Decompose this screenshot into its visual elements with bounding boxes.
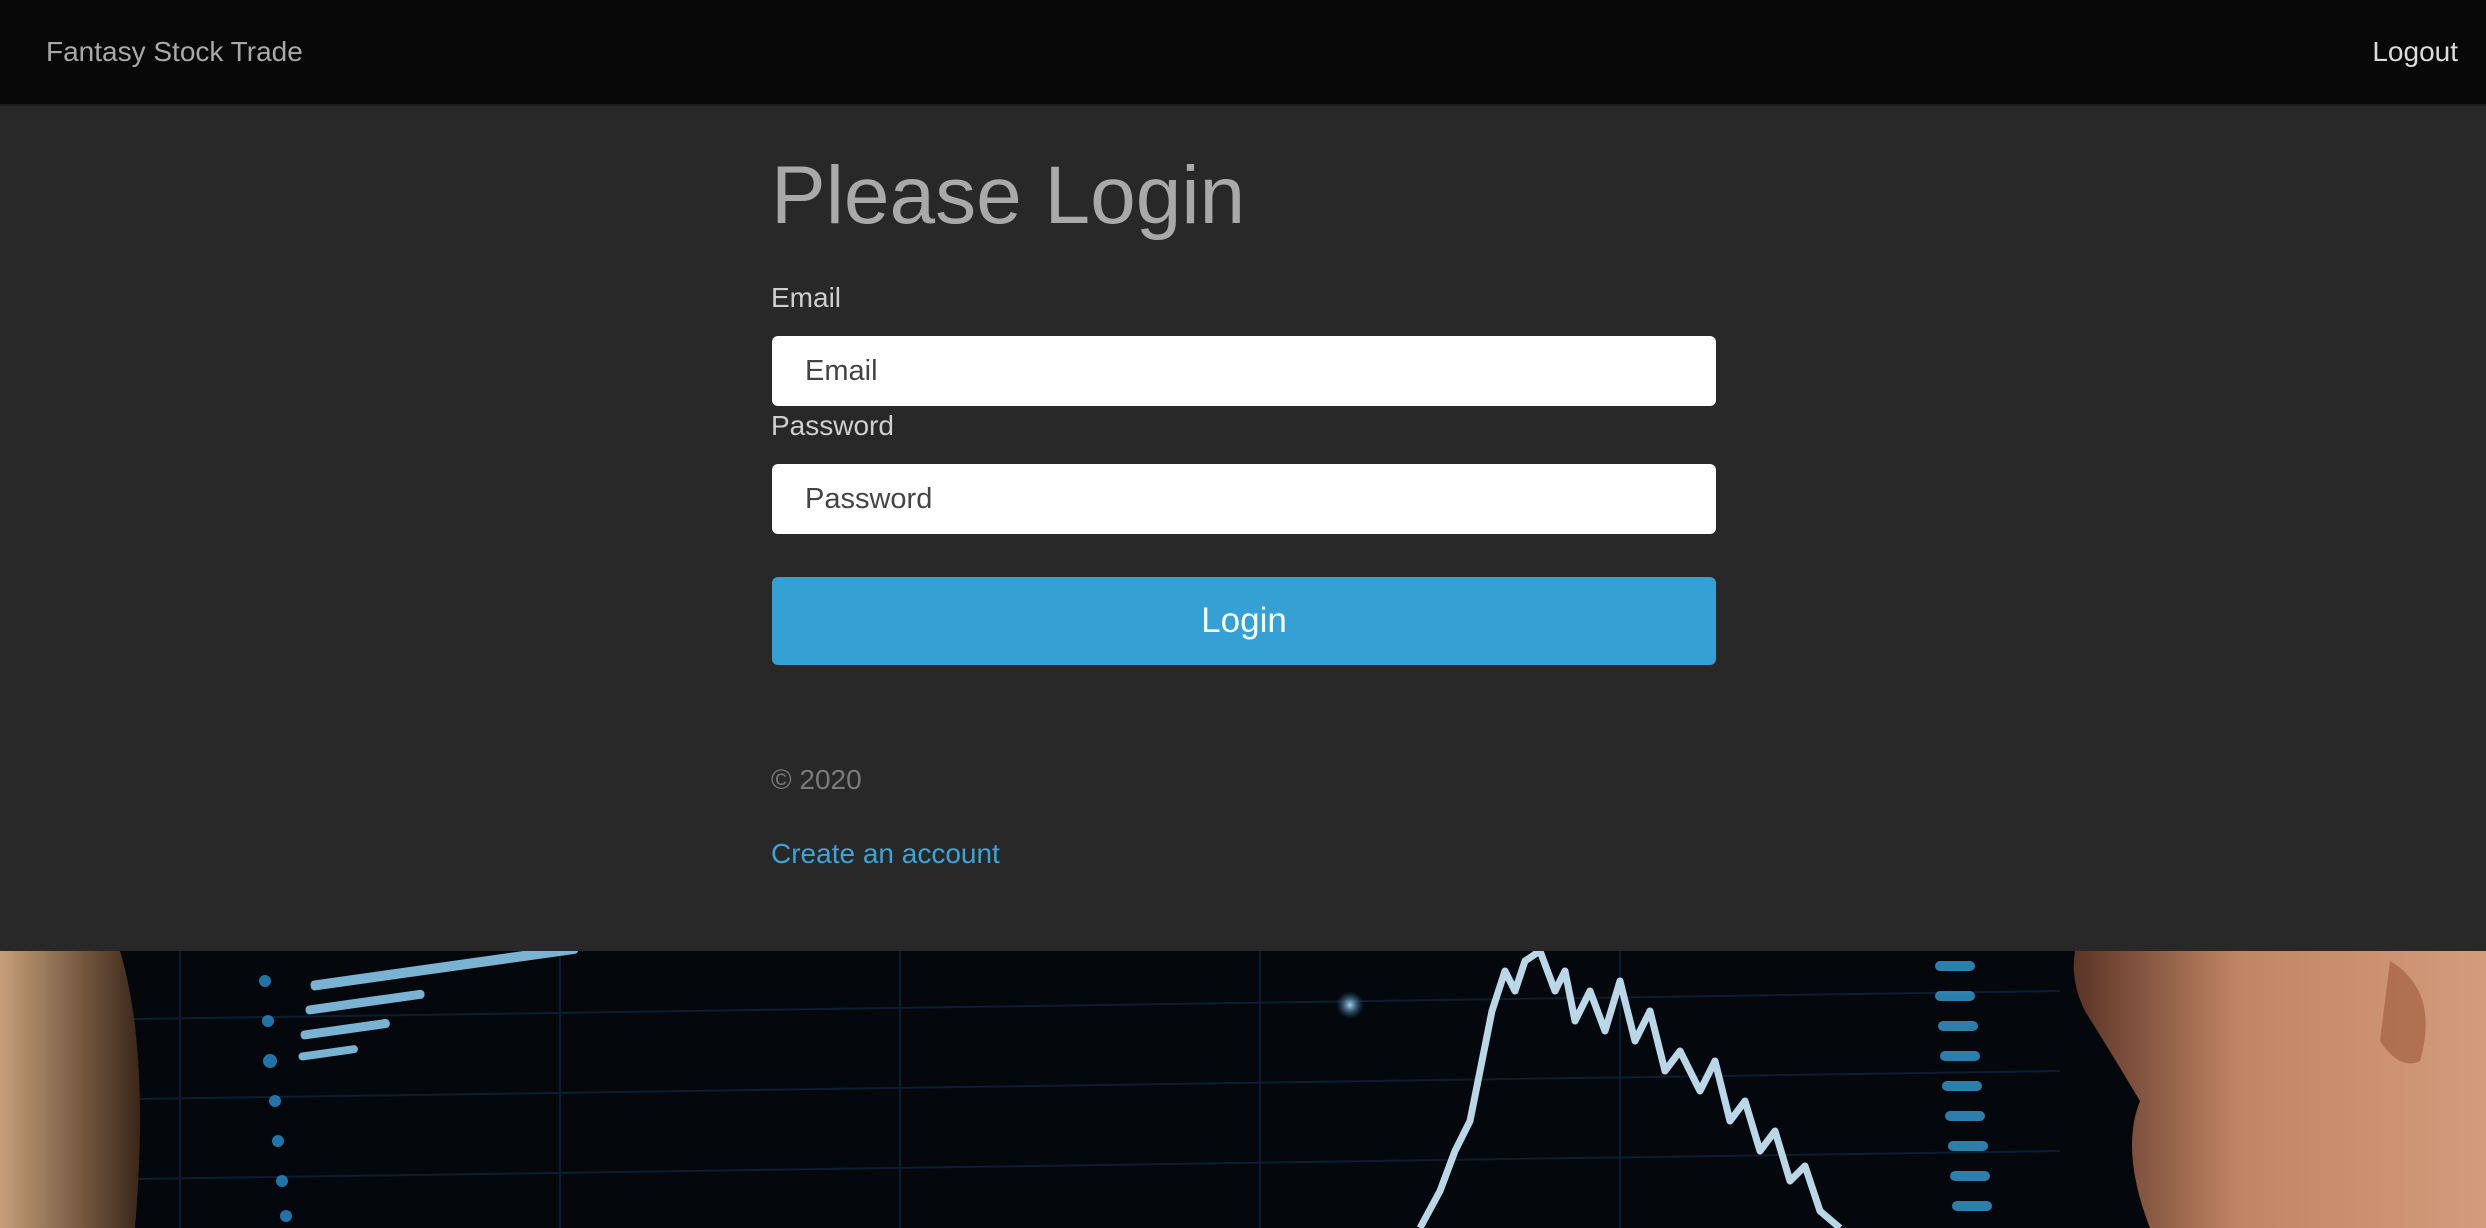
copyright-text: © 2020	[771, 764, 862, 795]
login-button[interactable]: Login	[772, 577, 1716, 665]
create-account-link[interactable]: Create an account	[771, 836, 1000, 872]
page-title: Please Login	[771, 150, 1246, 241]
email-field[interactable]	[772, 336, 1716, 406]
email-label: Email	[771, 282, 842, 313]
stock-chart-photo	[0, 951, 2486, 1228]
brand-link[interactable]: Fantasy Stock Trade	[46, 32, 303, 72]
login-panel: Please Login Email Password Login © 2020…	[0, 106, 2486, 951]
logout-link[interactable]: Logout	[2372, 32, 2458, 72]
navbar: Fantasy Stock Trade Logout	[0, 0, 2486, 106]
password-label: Password	[771, 410, 894, 441]
password-field[interactable]	[772, 464, 1716, 534]
